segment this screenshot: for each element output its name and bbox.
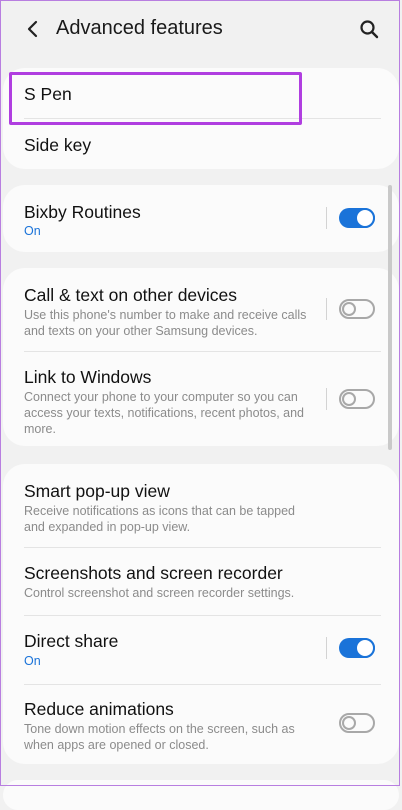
side-key-title: Side key bbox=[24, 135, 92, 155]
bixby-routines-status: On bbox=[24, 224, 41, 238]
screenshots-description: Control screenshot and screen recorder s… bbox=[24, 586, 295, 600]
side-key-item[interactable]: Side key bbox=[3, 119, 399, 169]
call-text-toggle[interactable] bbox=[339, 299, 375, 319]
separator bbox=[326, 388, 327, 410]
toggle-knob bbox=[355, 638, 375, 658]
bixby-routines-title: Bixby Routines bbox=[24, 202, 141, 222]
page-title: Advanced features bbox=[56, 17, 223, 39]
settings-group-connect: Call & text on other devices Use this ph… bbox=[3, 268, 399, 446]
link-to-windows-toggle[interactable] bbox=[339, 389, 375, 409]
link-to-windows-title: Link to Windows bbox=[24, 367, 152, 387]
toggle-knob bbox=[342, 392, 356, 406]
settings-group-misc: Smart pop-up view Receive notifications … bbox=[3, 464, 399, 764]
direct-share-title: Direct share bbox=[24, 631, 119, 651]
reduce-animations-toggle[interactable] bbox=[339, 713, 375, 733]
settings-group-bixby: Bixby Routines On bbox=[3, 185, 399, 252]
reduce-animations-title: Reduce animations bbox=[24, 699, 174, 719]
link-to-windows-item[interactable]: Link to Windows Connect your phone to yo… bbox=[3, 352, 399, 446]
direct-share-toggle[interactable] bbox=[339, 638, 375, 658]
highlight-box bbox=[9, 72, 302, 125]
smart-popup-item[interactable]: Smart pop-up view Receive notifications … bbox=[3, 464, 399, 547]
bixby-routines-toggle[interactable] bbox=[339, 208, 375, 228]
back-button[interactable] bbox=[20, 16, 46, 42]
call-text-item[interactable]: Call & text on other devices Use this ph… bbox=[3, 268, 399, 350]
bixby-routines-item[interactable]: Bixby Routines On bbox=[3, 185, 399, 252]
reduce-animations-description: Tone down motion effects on the screen, … bbox=[24, 722, 295, 752]
screenshots-title: Screenshots and screen recorder bbox=[24, 563, 283, 583]
search-button[interactable] bbox=[356, 16, 382, 42]
app-header: Advanced features bbox=[0, 0, 402, 60]
separator bbox=[326, 637, 327, 659]
smart-popup-title: Smart pop-up view bbox=[24, 481, 170, 501]
toggle-knob bbox=[355, 208, 375, 228]
direct-share-status: On bbox=[24, 654, 41, 668]
toggle-knob bbox=[342, 302, 356, 316]
settings-group-next bbox=[3, 780, 399, 810]
separator bbox=[326, 298, 327, 320]
smart-popup-description: Receive notifications as icons that can … bbox=[24, 504, 296, 534]
screenshots-item[interactable]: Screenshots and screen recorder Control … bbox=[3, 548, 399, 614]
call-text-description: Use this phone's number to make and rece… bbox=[24, 308, 307, 338]
separator bbox=[326, 207, 327, 229]
scrollbar[interactable] bbox=[388, 185, 392, 450]
search-icon bbox=[360, 20, 379, 39]
call-text-title: Call & text on other devices bbox=[24, 285, 238, 305]
direct-share-item[interactable]: Direct share On bbox=[3, 616, 399, 683]
back-arrow-icon bbox=[27, 20, 38, 38]
toggle-knob bbox=[342, 716, 356, 730]
link-to-windows-description: Connect your phone to your computer so y… bbox=[24, 390, 305, 436]
reduce-animations-item[interactable]: Reduce animations Tone down motion effec… bbox=[3, 685, 399, 764]
